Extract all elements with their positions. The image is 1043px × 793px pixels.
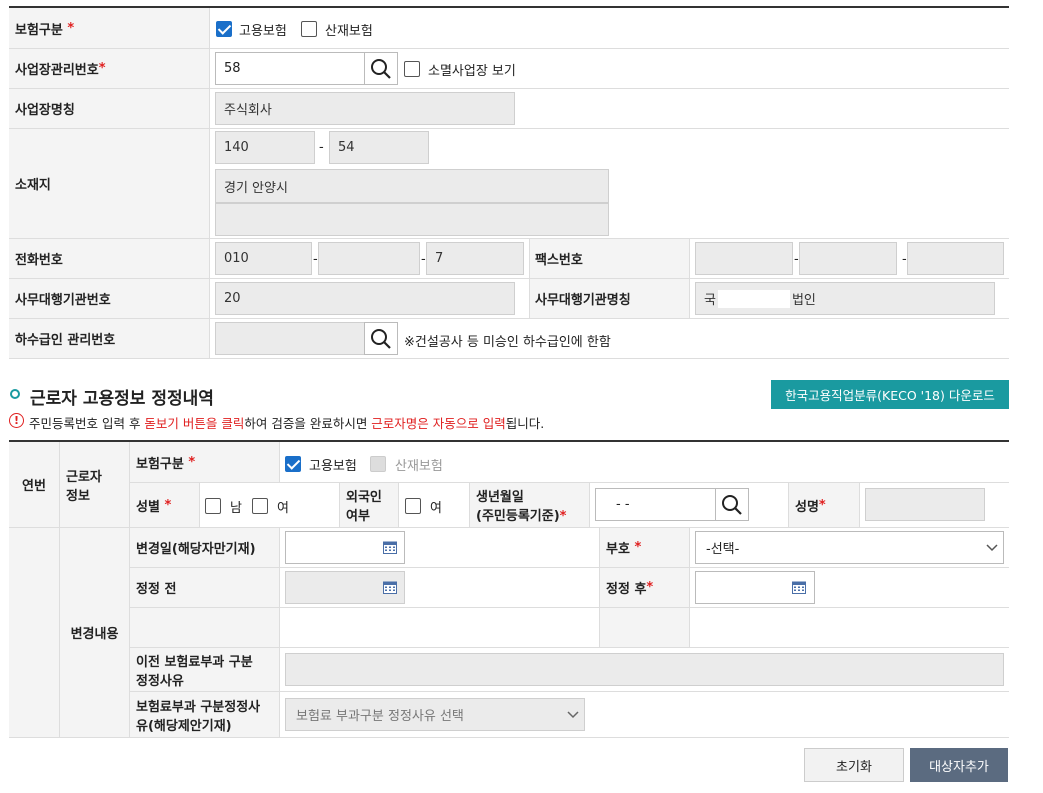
section-title: 근로자 고용정보 정정내역	[30, 389, 214, 409]
seq-cell	[9, 528, 59, 737]
foreigner-yes-label: 여	[430, 501, 442, 516]
closed-biz-checkbox[interactable]	[404, 61, 420, 77]
worker-name-field	[865, 488, 985, 521]
industrial-insurance-checkbox[interactable]	[301, 21, 317, 37]
zip2-field: 54	[329, 131, 429, 164]
search-icon	[722, 494, 742, 515]
worker-employment-checkbox[interactable]	[285, 456, 301, 472]
location-label: 소재지	[9, 129, 209, 238]
calendar-icon[interactable]	[383, 540, 397, 554]
biz-name-field: 주식회사	[215, 92, 515, 125]
after-label: 정정 후 *	[600, 568, 689, 607]
change-date-label: 변경일(해당자만기재)	[130, 528, 279, 567]
foreigner-checkbox[interactable]	[405, 498, 421, 514]
fax3-field	[907, 242, 1004, 275]
insurance-type-label: 보험구분 *	[9, 8, 209, 48]
prev-reason-field	[285, 653, 1004, 686]
search-icon	[371, 58, 391, 79]
reason-label: 보험료부과 구분정정사 유(해당제안기재)	[130, 692, 279, 737]
before-label: 정정 전	[130, 568, 279, 607]
worker-employment-label: 고용보험	[309, 459, 357, 474]
notice-text: 주민등록번호 입력 후 돋보기 버튼을 클릭하여 검증을 완료하시면 근로자명은…	[29, 416, 545, 431]
gender-label: 성별 *	[130, 483, 199, 527]
biz-mgmt-no-input[interactable]: 58	[215, 52, 365, 85]
phone3-field: 7	[426, 242, 524, 275]
biz-search-button[interactable]	[364, 52, 398, 85]
employment-insurance-checkbox[interactable]	[216, 21, 232, 37]
female-checkbox[interactable]	[252, 498, 268, 514]
calendar-icon[interactable]	[792, 580, 806, 594]
phone-sep-1: -	[313, 252, 318, 267]
calendar-icon	[383, 581, 397, 594]
reset-button[interactable]: 초기화	[804, 748, 904, 782]
agency-no-field: 20	[215, 282, 515, 315]
phone-sep-2: -	[421, 252, 426, 267]
change-group-label: 변경내용	[60, 528, 129, 737]
prev-reason-label: 이전 보험료부과 구분 정정사유	[130, 648, 279, 691]
search-icon	[371, 328, 391, 349]
worker-industrial-label: 산재보험	[395, 459, 443, 474]
empty-label-2	[600, 608, 689, 647]
foreigner-label: 외국인 여부	[340, 483, 398, 527]
fax-label: 팩스번호	[529, 239, 689, 278]
empty-label	[130, 608, 279, 647]
name-label: 성명 *	[789, 483, 859, 527]
subcontractor-label: 하수급인 관리번호	[9, 319, 209, 358]
biz-name-label: 사업장명칭	[9, 89, 209, 128]
birth-search-button[interactable]	[715, 488, 749, 521]
fax1-field	[695, 242, 793, 275]
agency-name-label: 사무대행기관명칭	[529, 279, 689, 318]
phone2-field	[318, 242, 420, 275]
subcontractor-input[interactable]	[215, 322, 365, 355]
code-select[interactable]: -선택-	[695, 531, 1004, 564]
agency-name-field: 국 법인	[695, 282, 995, 315]
subcontractor-note: ※건설공사 등 미승인 하수급인에 한함	[404, 335, 611, 350]
agency-no-label: 사무대행기관번호	[9, 279, 209, 318]
chevron-down-icon	[986, 544, 998, 552]
biz-mgmt-no-label: 사업장관리번호 *	[9, 49, 209, 88]
worker-insurance-label: 보험구분 *	[130, 442, 279, 482]
zip1-field: 140	[215, 131, 315, 164]
add-target-button[interactable]: 대상자추가	[910, 748, 1008, 782]
fax-sep-2: -	[902, 252, 907, 267]
female-label: 여	[277, 501, 289, 516]
bullet-icon	[10, 389, 20, 399]
seq-label: 연번	[9, 442, 59, 527]
reason-select[interactable]: 보험료 부과구분 정정사유 선택	[285, 698, 585, 731]
closed-biz-label: 소멸사업장 보기	[428, 64, 516, 79]
employment-insurance-label: 고용보험	[239, 24, 287, 39]
industrial-insurance-label: 산재보험	[325, 24, 373, 39]
zip-separator: -	[319, 140, 324, 155]
address1-field: 경기 안양시	[215, 169, 609, 203]
subcontractor-search-button[interactable]	[364, 322, 398, 355]
fax2-field	[799, 242, 897, 275]
phone1-field: 010	[215, 242, 312, 275]
alert-icon: !	[9, 413, 24, 428]
birth-label: 생년월일 (주민등록기준)*	[470, 483, 589, 527]
birth-input[interactable]: - -	[595, 488, 716, 521]
address2-field	[215, 203, 609, 236]
male-checkbox[interactable]	[205, 498, 221, 514]
chevron-down-icon	[567, 711, 579, 719]
worker-info-label: 근로자 정보	[60, 442, 129, 527]
male-label: 남	[230, 501, 242, 516]
fax-sep-1: -	[794, 252, 799, 267]
keco-download-button[interactable]: 한국고용직업분류(KECO '18) 다운로드	[771, 380, 1009, 409]
phone-label: 전화번호	[9, 239, 209, 278]
worker-industrial-checkbox	[370, 456, 386, 472]
code-label: 부호 *	[600, 528, 689, 567]
